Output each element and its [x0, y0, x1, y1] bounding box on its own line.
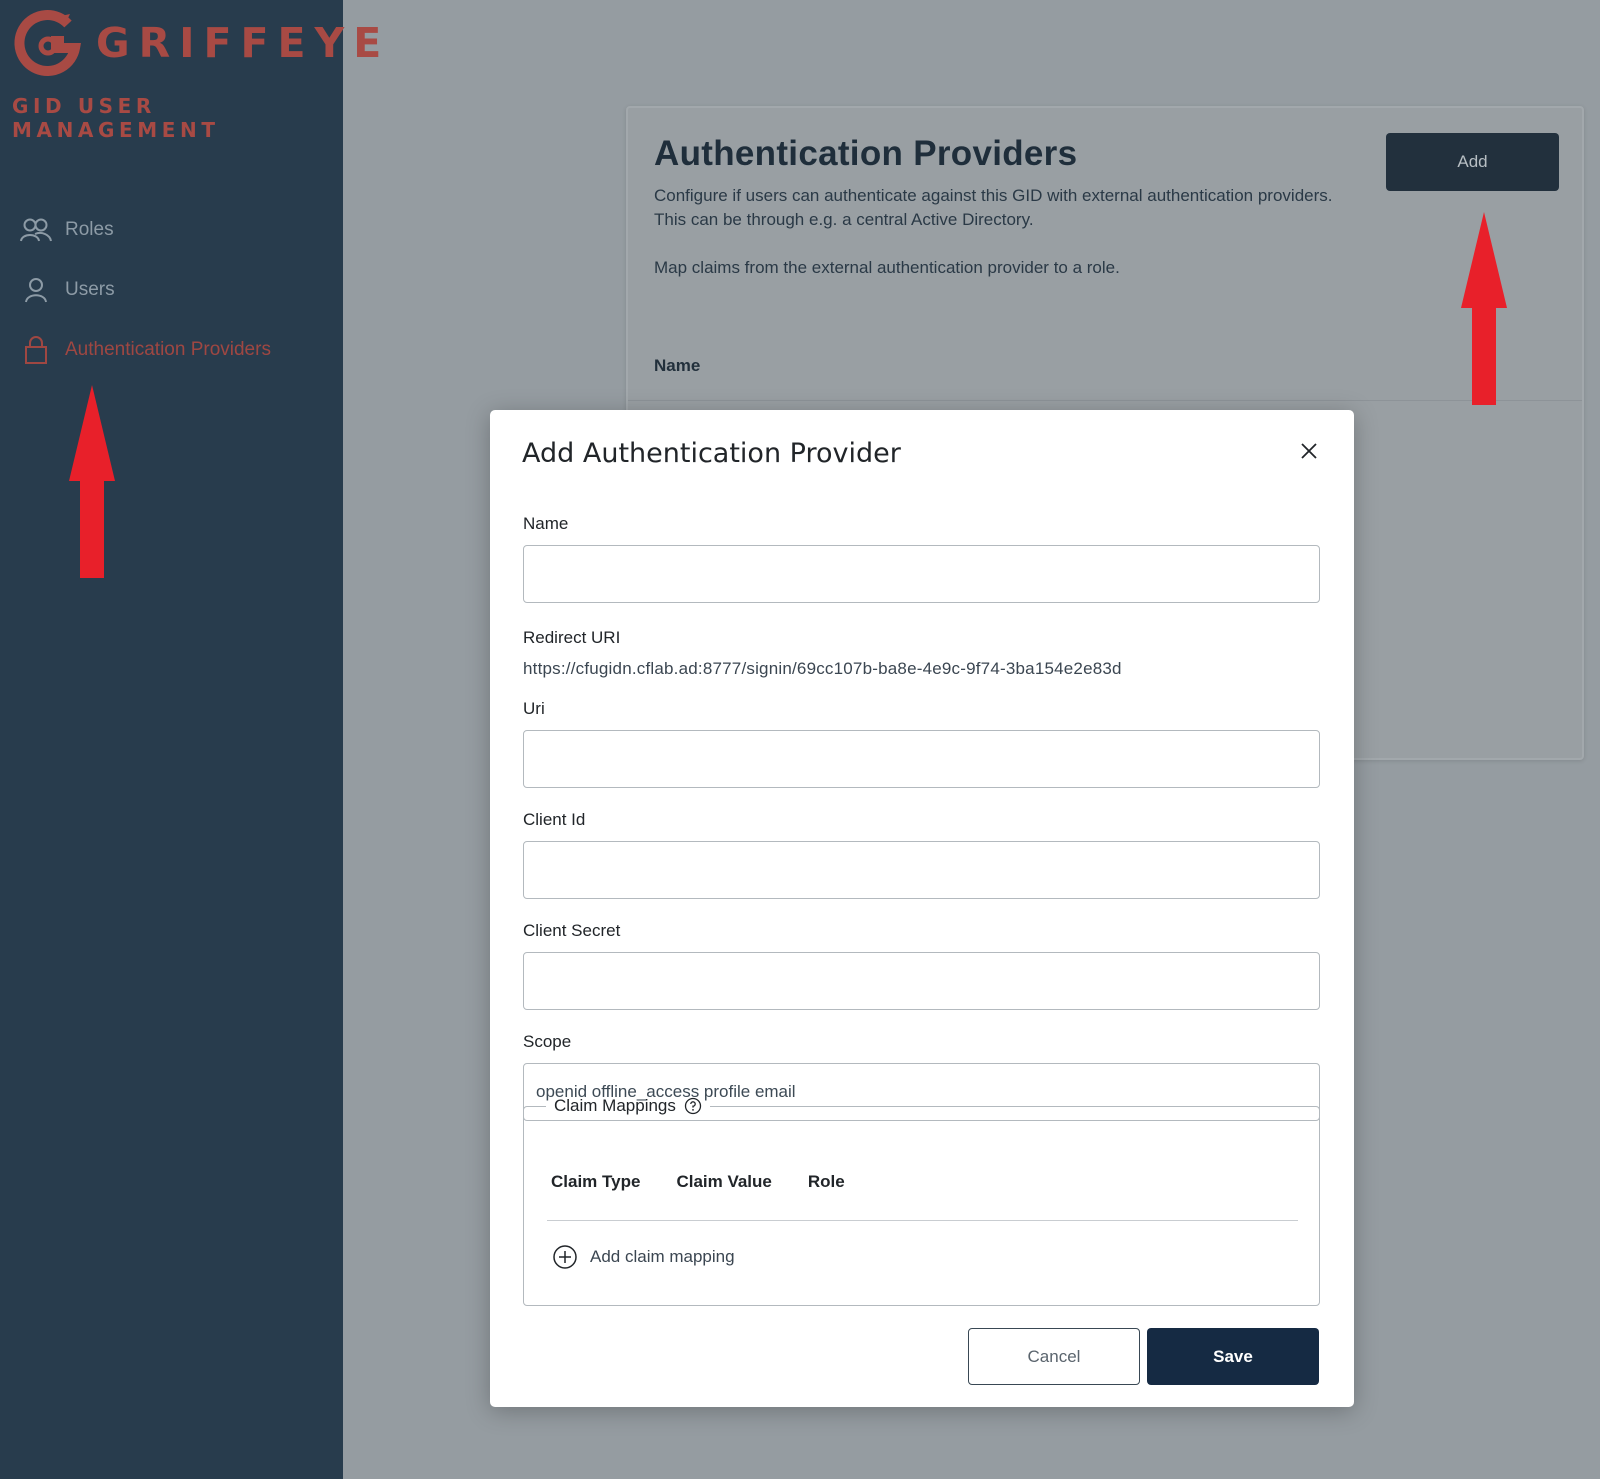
column-claim-type: Claim Type	[551, 1172, 641, 1191]
add-provider-button[interactable]: Add	[1386, 133, 1559, 191]
annotation-arrow-sidebar	[69, 385, 115, 578]
brand-name: GRIFFEYE	[96, 19, 391, 67]
uri-label: Uri	[523, 699, 545, 718]
claim-table-header: Claim Type Claim Value Role	[551, 1172, 881, 1192]
dialog-title: Add Authentication Provider	[522, 438, 901, 469]
redirect-uri-label: Redirect URI	[523, 628, 621, 647]
claim-mappings-legend: Claim Mappings	[546, 1096, 710, 1116]
help-icon[interactable]	[684, 1097, 702, 1115]
provider-form: Name Redirect URI https://cfugidn.cflab.…	[523, 514, 1320, 1121]
add-claim-mapping-button[interactable]: Add claim mapping	[552, 1244, 735, 1270]
description-line: This can be through e.g. a central Activ…	[654, 210, 1034, 229]
column-claim-value: Claim Value	[676, 1172, 772, 1191]
sidebar: GRIFFEYE GID USER MANAGEMENT Roles Users…	[0, 0, 381, 1479]
brand-subtitle: GID USER MANAGEMENT	[12, 94, 220, 142]
annotation-arrow-add	[1461, 212, 1507, 405]
name-input[interactable]	[523, 545, 1320, 603]
logo: GRIFFEYE	[12, 8, 390, 78]
lock-icon	[20, 334, 52, 366]
sidebar-item-authentication-providers[interactable]: Authentication Providers	[0, 320, 343, 380]
close-button[interactable]	[1294, 436, 1324, 466]
griffeye-logo-icon	[14, 10, 82, 77]
client-id-input[interactable]	[523, 841, 1320, 899]
page-description: Configure if users can authenticate agai…	[654, 184, 1334, 280]
claim-mappings-title: Claim Mappings	[554, 1096, 676, 1115]
cancel-button[interactable]: Cancel	[968, 1328, 1140, 1385]
add-provider-dialog: Add Authentication Provider Name Redirec…	[490, 410, 1354, 1407]
column-role: Role	[807, 1172, 845, 1191]
table-header-name: Name	[654, 356, 701, 375]
sidebar-item-roles[interactable]: Roles	[0, 200, 343, 260]
claim-mappings-group: Claim Mappings Claim Type Claim Value Ro…	[523, 1096, 1320, 1306]
save-button[interactable]: Save	[1147, 1328, 1319, 1385]
add-claim-mapping-label: Add claim mapping	[590, 1247, 735, 1266]
description-line: Map claims from the external authenticat…	[654, 258, 1120, 277]
roles-icon	[20, 214, 52, 246]
sidebar-item-label: Users	[65, 279, 115, 300]
client-secret-label: Client Secret	[523, 921, 621, 940]
description-line: Configure if users can authenticate agai…	[654, 186, 1333, 205]
client-id-label: Client Id	[523, 810, 586, 829]
close-icon	[1301, 443, 1317, 459]
sidebar-item-label: Authentication Providers	[65, 339, 271, 360]
redirect-uri-value: https://cfugidn.cflab.ad:8777/signin/69c…	[523, 659, 1122, 678]
name-label: Name	[523, 514, 569, 533]
sidebar-item-users[interactable]: Users	[0, 260, 343, 320]
client-secret-input[interactable]	[523, 952, 1320, 1010]
scope-label: Scope	[523, 1032, 572, 1051]
user-icon	[20, 274, 52, 306]
table-divider	[628, 400, 1582, 401]
page-title: Authentication Providers	[654, 134, 1078, 173]
uri-input[interactable]	[523, 730, 1320, 788]
claim-table-divider	[547, 1220, 1298, 1221]
sidebar-nav: Roles Users Authentication Providers	[0, 200, 343, 380]
sidebar-item-label: Roles	[65, 219, 114, 240]
plus-circle-icon	[552, 1244, 578, 1270]
